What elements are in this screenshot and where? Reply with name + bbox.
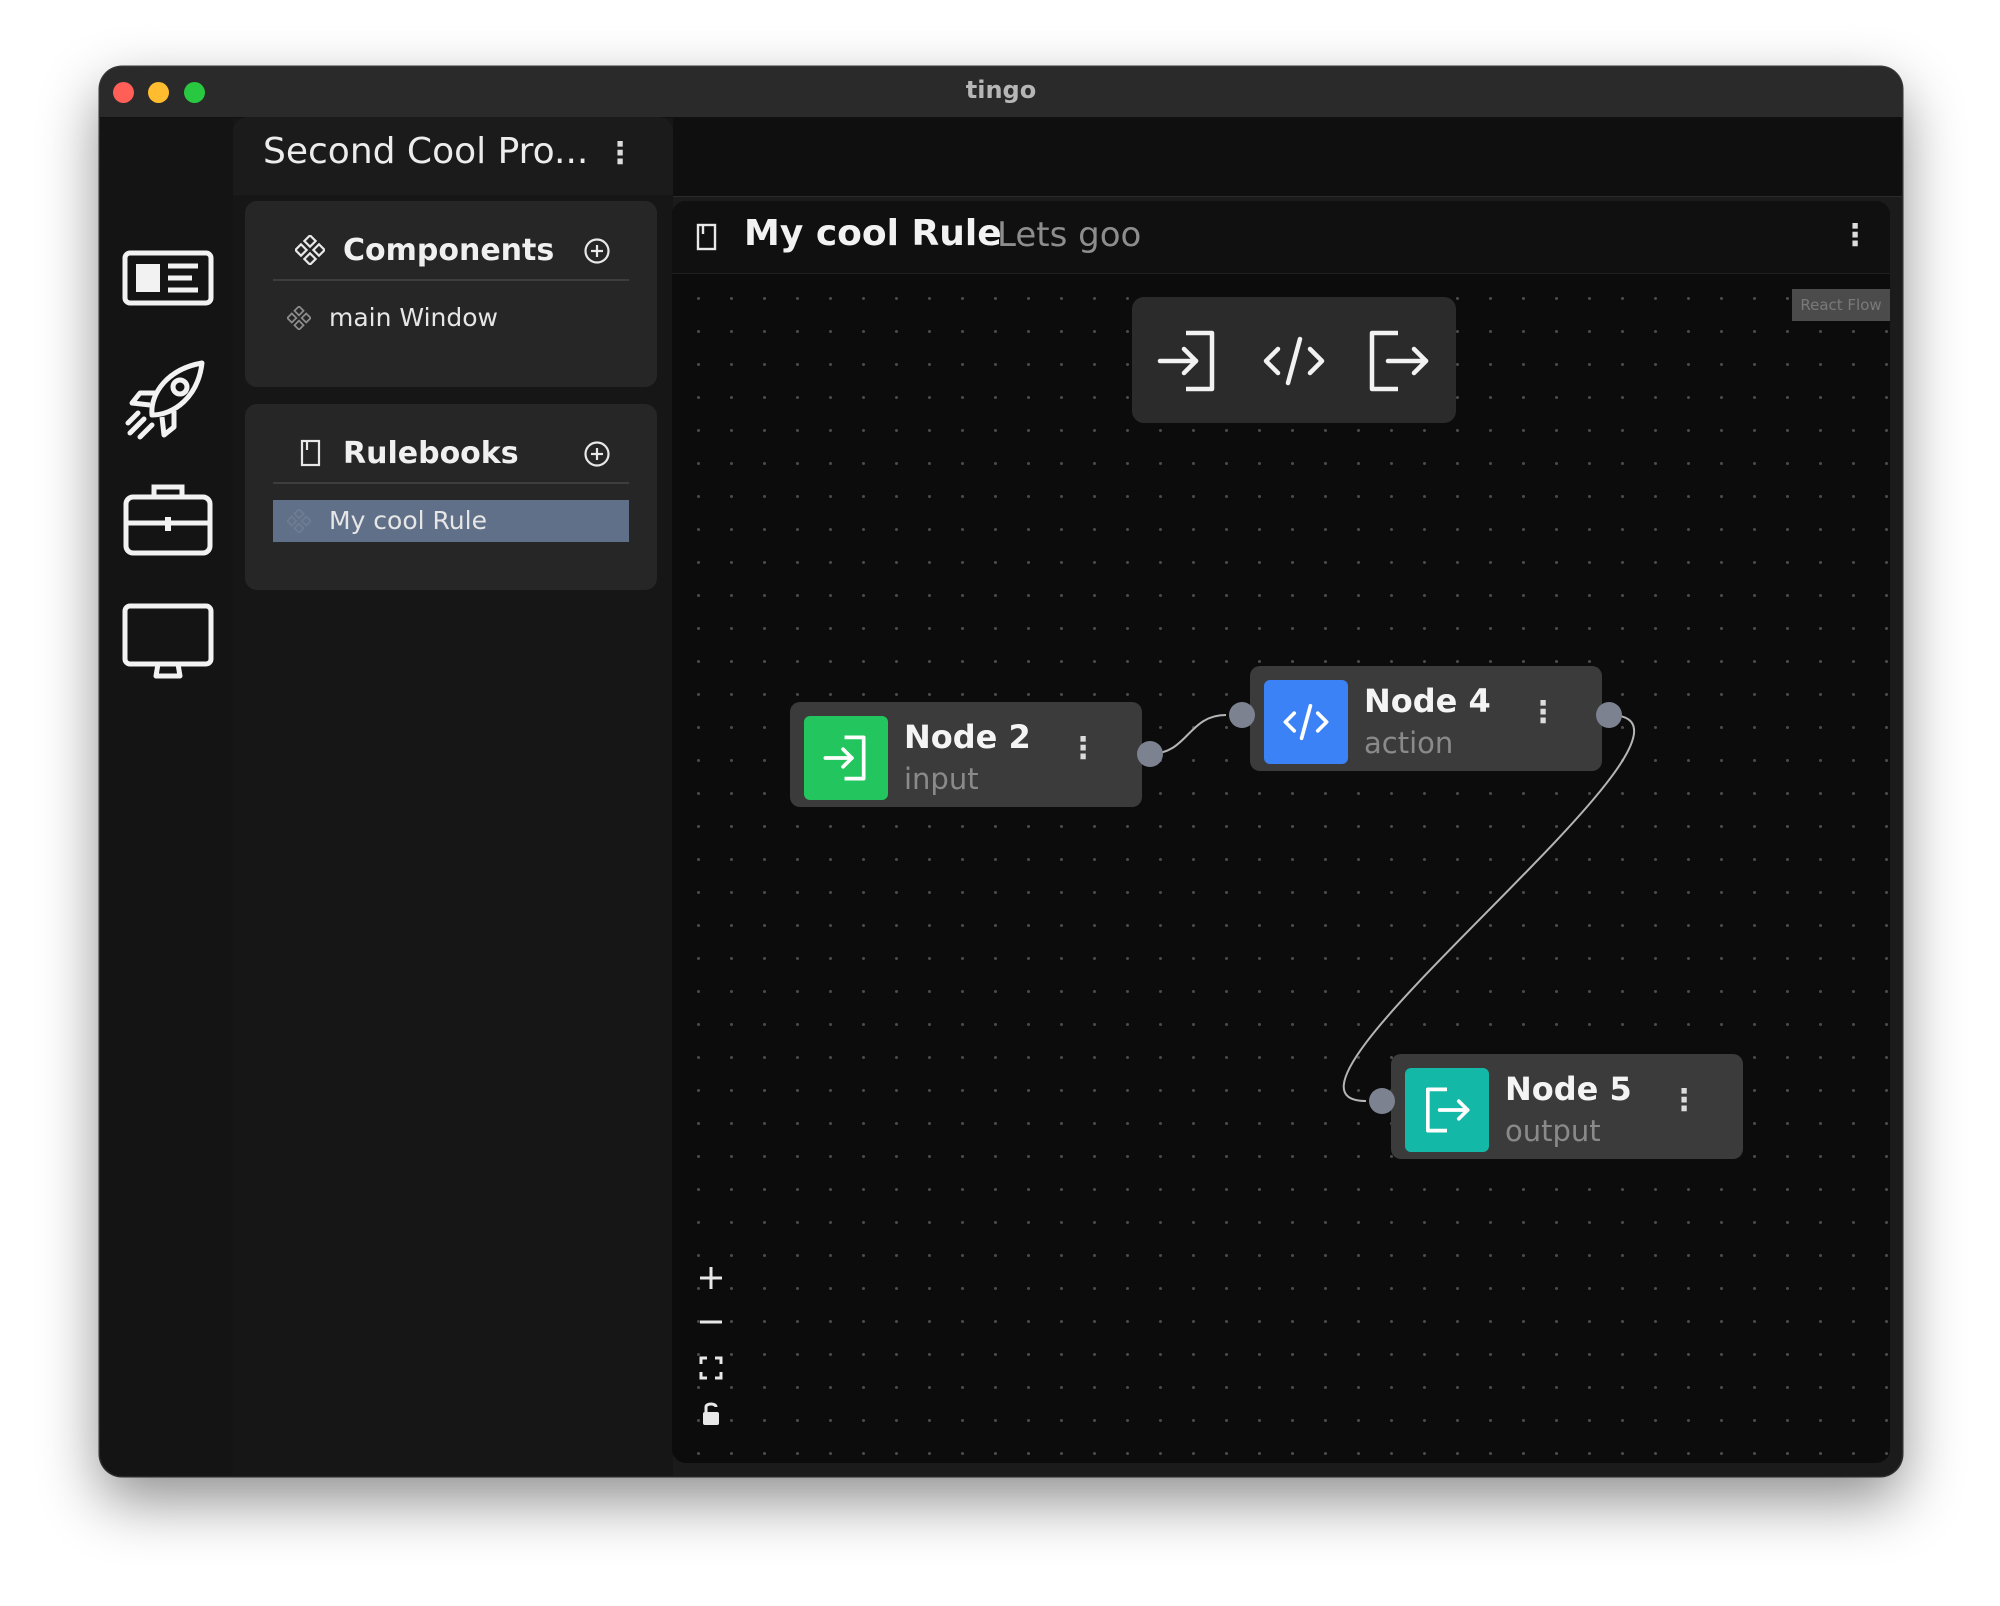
login-icon	[823, 735, 866, 781]
fit-view-icon[interactable]	[694, 1351, 728, 1385]
component-icon	[295, 235, 325, 265]
edge-node4-node5	[1342, 714, 1636, 1102]
node-title: Node 2	[904, 718, 1031, 756]
node4-source-handle[interactable]	[1596, 702, 1622, 728]
components-header: Components	[273, 229, 629, 281]
flow-node-output[interactable]: Node 5 output ⋮	[1391, 1054, 1743, 1159]
logout-icon	[1426, 1087, 1470, 1133]
code-icon	[1283, 703, 1329, 741]
add-component-icon[interactable]	[583, 237, 611, 265]
logout-icon	[1369, 330, 1429, 392]
node-menu-icon[interactable]: ⋮	[1669, 1086, 1699, 1116]
title-bar: tingo	[100, 67, 1902, 118]
flow-node-action[interactable]: Node 4 action ⋮	[1250, 666, 1602, 771]
lock-icon[interactable]	[694, 1397, 728, 1431]
component-item-label: main Window	[329, 303, 498, 332]
briefcase-icon	[123, 484, 213, 556]
components-card: Components main Window	[245, 201, 657, 387]
add-input-node-button[interactable]	[1150, 323, 1226, 399]
rail-briefcase-button[interactable]	[122, 473, 214, 565]
book-icon	[300, 439, 321, 467]
rulebooks-card: Rulebooks My cool Rule	[245, 404, 657, 590]
rulebooks-title: Rulebooks	[343, 436, 519, 471]
node-menu-icon[interactable]: ⋮	[1528, 698, 1558, 728]
react-flow-attribution[interactable]: React Flow	[1792, 289, 1890, 321]
node-type: output	[1505, 1114, 1601, 1148]
node-title: Node 5	[1505, 1070, 1632, 1108]
project-tab[interactable]: Second Cool Pro... ⋮	[233, 117, 673, 195]
flow-node-input[interactable]: Node 2 input ⋮	[790, 702, 1142, 807]
editor-header: My cool Rule Lets goo ⋮	[672, 201, 1890, 274]
rulebook-item-label: My cool Rule	[329, 506, 487, 535]
rail-layout-button[interactable]	[122, 233, 214, 325]
add-output-node-button[interactable]	[1360, 323, 1436, 399]
node4-target-handle[interactable]	[1229, 702, 1255, 728]
rulebook-item-my-cool-rule[interactable]: My cool Rule	[273, 500, 629, 542]
nav-rail	[100, 118, 233, 1476]
app-window: tingo Second Cool Pro... ⋮ Components ma…	[100, 67, 1902, 1476]
rule-editor: My cool Rule Lets goo ⋮ React Flow Node …	[672, 201, 1890, 1463]
window-title: tingo	[965, 76, 1037, 104]
node-type: action	[1364, 726, 1454, 760]
flow-canvas[interactable]: React Flow Node 2 input ⋮ Node 4 action …	[672, 274, 1890, 1463]
book-icon	[696, 223, 717, 251]
rule-title: My cool Rule	[744, 213, 1002, 254]
rail-monitor-button[interactable]	[122, 598, 214, 690]
monitor-icon	[122, 603, 214, 679]
node-icon-box	[804, 716, 888, 800]
rule-icon	[287, 509, 311, 533]
rule-subtitle: Lets goo	[997, 215, 1142, 255]
node5-target-handle[interactable]	[1369, 1088, 1395, 1114]
rulebooks-header: Rulebooks	[273, 432, 629, 484]
zoom-out-icon[interactable]	[694, 1305, 728, 1339]
node-icon-box	[1405, 1068, 1489, 1152]
flow-edges	[1149, 714, 1636, 1102]
zoom-in-icon[interactable]	[694, 1261, 728, 1295]
code-icon	[1263, 336, 1325, 386]
project-title: Second Cool Pro...	[263, 131, 589, 172]
node-title: Node 4	[1364, 682, 1491, 720]
node-icon-box	[1264, 680, 1348, 764]
component-icon	[287, 306, 311, 330]
add-rulebook-icon[interactable]	[583, 440, 611, 468]
add-action-node-button[interactable]	[1256, 323, 1332, 399]
rail-rocket-button[interactable]	[122, 353, 214, 445]
node2-source-handle[interactable]	[1137, 741, 1163, 767]
tab-strip	[673, 118, 1902, 197]
rule-menu-icon[interactable]: ⋮	[1840, 221, 1870, 251]
project-menu-icon[interactable]: ⋮	[605, 139, 635, 169]
node-menu-icon[interactable]: ⋮	[1068, 734, 1098, 764]
node-type: input	[904, 762, 979, 796]
components-title: Components	[343, 233, 555, 268]
rocket-icon	[125, 360, 205, 440]
component-item-main-window[interactable]: main Window	[273, 297, 629, 339]
node-palette	[1132, 297, 1456, 423]
login-icon	[1157, 330, 1215, 392]
layout-icon	[122, 250, 214, 306]
